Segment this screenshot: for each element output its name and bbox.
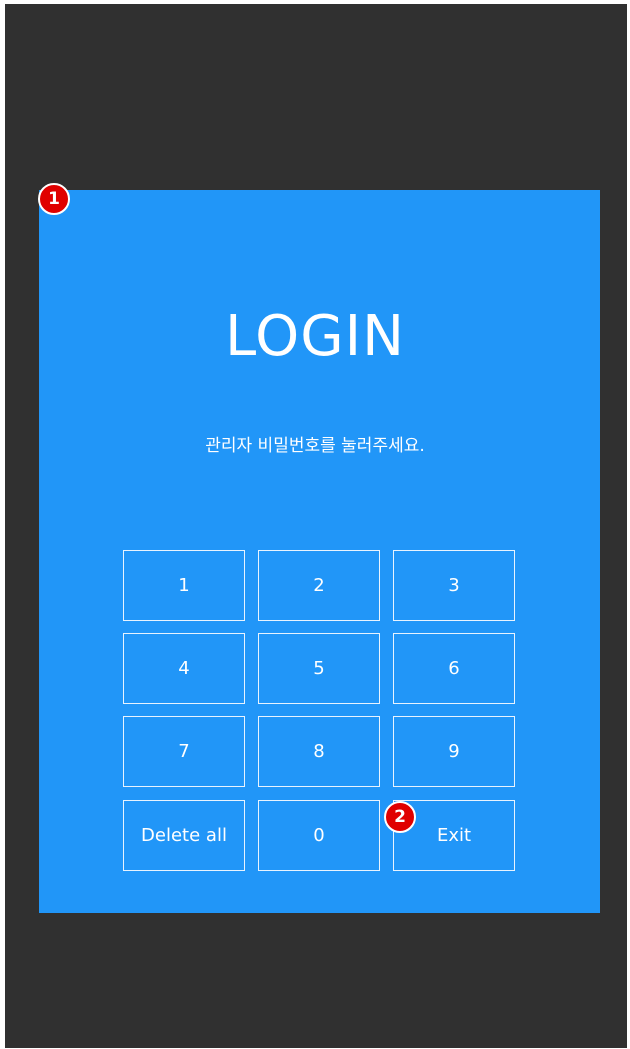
annotation-badge-1: 1 bbox=[38, 183, 70, 215]
annotation-badge-2: 2 bbox=[384, 801, 416, 833]
login-instruction: 관리자 비밀번호를 눌러주세요. bbox=[205, 436, 425, 456]
key-1[interactable]: 1 bbox=[123, 550, 245, 621]
key-2[interactable]: 2 bbox=[258, 550, 380, 621]
key-4[interactable]: 4 bbox=[123, 633, 245, 704]
key-9[interactable]: 9 bbox=[393, 716, 515, 787]
key-5[interactable]: 5 bbox=[258, 633, 380, 704]
key-3[interactable]: 3 bbox=[393, 550, 515, 621]
key-7[interactable]: 7 bbox=[123, 716, 245, 787]
key-0[interactable]: 0 bbox=[258, 800, 380, 871]
key-8[interactable]: 8 bbox=[258, 716, 380, 787]
login-title: LOGIN bbox=[224, 304, 406, 369]
delete-all-button[interactable]: Delete all bbox=[123, 800, 245, 871]
key-6[interactable]: 6 bbox=[393, 633, 515, 704]
